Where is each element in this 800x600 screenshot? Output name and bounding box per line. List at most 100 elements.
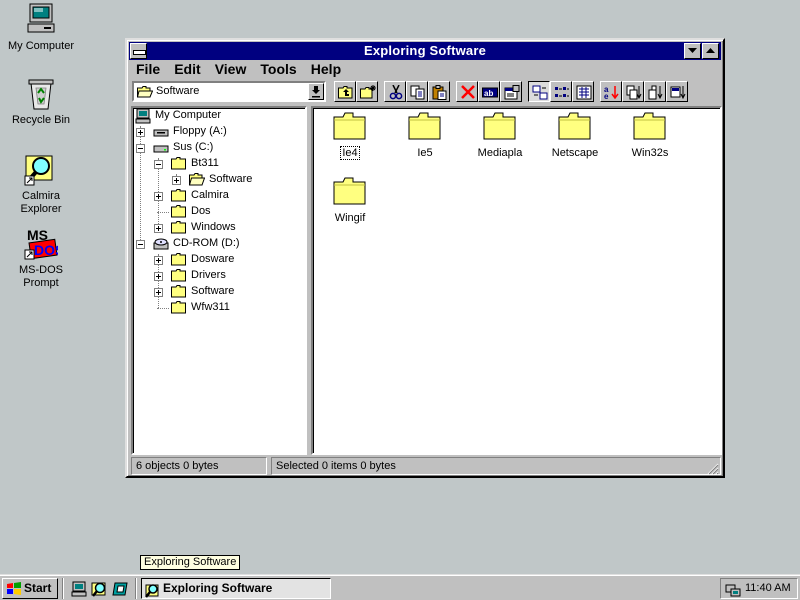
- desktop-icon-recycle-bin[interactable]: Recycle Bin: [1, 76, 81, 127]
- paste-button[interactable]: [428, 81, 450, 102]
- svg-text:ab: ab: [484, 89, 493, 98]
- new-folder-button[interactable]: [356, 81, 378, 102]
- large-icons-icon: [532, 85, 548, 100]
- folder-icon: [171, 285, 186, 298]
- expand-button[interactable]: [154, 192, 163, 201]
- large-icons-view-button[interactable]: [528, 81, 550, 102]
- sort-by-type-button[interactable]: [622, 81, 644, 102]
- status-bar: 6 objects 0 bytes Selected 0 items 0 byt…: [131, 457, 721, 475]
- status-selection: Selected 0 items 0 bytes: [271, 457, 721, 475]
- system-tray: 11:40 AM: [720, 578, 798, 599]
- desktop-icon-calmira-explorer[interactable]: Calmira Explorer: [1, 152, 81, 216]
- folder-icon: [333, 112, 366, 140]
- sort-by-date-button[interactable]: [666, 81, 688, 102]
- location-dropdown[interactable]: Software: [132, 81, 326, 102]
- triangle-down-icon: [688, 48, 697, 53]
- folder-icon: [171, 157, 186, 170]
- folder-icon: [633, 112, 666, 140]
- collapse-button[interactable]: [136, 144, 145, 153]
- desktop-icon-label: Calmira Explorer: [20, 190, 62, 215]
- expand-button[interactable]: [154, 288, 163, 297]
- windows-logo-icon: [7, 582, 21, 595]
- up-folder-icon: [338, 86, 353, 99]
- magnifier-icon: [24, 152, 58, 186]
- list-icon: [576, 85, 592, 100]
- title-bar[interactable]: Exploring Software: [129, 42, 721, 60]
- folder-icon: [171, 269, 186, 282]
- computer-icon: [135, 108, 151, 124]
- sort-by-size-button[interactable]: [644, 81, 666, 102]
- desktop-icon-label: Recycle Bin: [11, 114, 71, 126]
- menu-tools[interactable]: Tools: [255, 60, 302, 78]
- collapse-button[interactable]: [154, 160, 163, 169]
- folder-item-netscape[interactable]: Netscape: [538, 112, 612, 159]
- desktop-icon-label: MS-DOS Prompt: [19, 264, 63, 289]
- properties-button[interactable]: [500, 81, 522, 102]
- small-icons-view-button[interactable]: [550, 81, 572, 102]
- dropdown-arrow-button[interactable]: [308, 83, 324, 100]
- folder-item-ie5[interactable]: Ie5: [388, 112, 462, 159]
- up-one-level-button[interactable]: [334, 81, 356, 102]
- arrow-down-icon: [312, 86, 320, 98]
- ms-dos-icon: MS DOS: [24, 226, 64, 260]
- folder-item-ie4[interactable]: Ie4: [313, 112, 387, 160]
- triangle-up-icon: [706, 48, 715, 53]
- copy-icon: [410, 85, 425, 100]
- floppy-drive-icon: [153, 129, 169, 137]
- clock[interactable]: 11:40 AM: [745, 579, 791, 598]
- open-folder-icon: [189, 173, 205, 186]
- properties-icon: [504, 85, 520, 100]
- folder-icon: [171, 221, 186, 234]
- folder-tree-pane[interactable]: My Computer Floppy (A:) Sus (C:) Bt311 S…: [131, 106, 307, 455]
- file-list-pane[interactable]: Ie4 Ie5 Mediapla Netscape Win32s Wingif: [311, 106, 722, 455]
- folder-item-wingif[interactable]: Wingif: [313, 177, 387, 224]
- menu-file[interactable]: File: [131, 60, 166, 78]
- desktop-icon-my-computer[interactable]: My Computer: [1, 2, 81, 53]
- location-text: Software: [156, 85, 200, 97]
- menu-edit[interactable]: Edit: [169, 60, 206, 78]
- quicklaunch-explorer-icon[interactable]: [91, 580, 109, 598]
- window-title: Exploring Software: [363, 43, 487, 58]
- new-folder-icon: [360, 85, 376, 99]
- quicklaunch-desktop-icon[interactable]: [112, 580, 130, 598]
- quicklaunch-computer-icon[interactable]: [70, 580, 88, 598]
- menu-help[interactable]: Help: [306, 60, 347, 78]
- expand-button[interactable]: [154, 272, 163, 281]
- network-icon[interactable]: [725, 582, 741, 598]
- folder-icon: [171, 205, 186, 218]
- folder-item-win32s[interactable]: Win32s: [613, 112, 687, 159]
- open-folder-icon: [137, 86, 153, 98]
- start-button[interactable]: Start: [2, 578, 58, 599]
- paste-icon: [432, 85, 447, 100]
- sort-by-name-button[interactable]: a e: [600, 81, 622, 102]
- maximize-button[interactable]: [702, 43, 719, 59]
- tooltip: Exploring Software: [140, 555, 241, 570]
- expand-button[interactable]: [154, 224, 163, 233]
- rename-button[interactable]: ab: [478, 81, 500, 102]
- copy-button[interactable]: [406, 81, 428, 102]
- minimize-button[interactable]: [684, 43, 701, 59]
- collapse-button[interactable]: [136, 240, 145, 249]
- expand-button[interactable]: [154, 256, 163, 265]
- hard-drive-icon: [153, 145, 169, 153]
- taskbar-task-exploring-software[interactable]: Exploring Software: [141, 578, 331, 599]
- desktop-icon-ms-dos-prompt[interactable]: MS DOS MS-DOS Prompt: [1, 226, 81, 290]
- list-view-button[interactable]: [572, 81, 594, 102]
- menu-view[interactable]: View: [210, 60, 253, 78]
- folder-icon: [171, 253, 186, 266]
- taskbar: Start Exploring Software 11:40 AM: [0, 574, 800, 600]
- status-object-count: 6 objects 0 bytes: [131, 457, 267, 475]
- expand-button[interactable]: [136, 128, 145, 137]
- delete-x-icon: [461, 85, 475, 99]
- recycle-bin-icon: [24, 76, 58, 110]
- cut-button[interactable]: [384, 81, 406, 102]
- menu-bar: File Edit View Tools Help: [131, 60, 719, 79]
- folder-item-mediapla[interactable]: Mediapla: [463, 112, 537, 159]
- small-icons-icon: [555, 87, 569, 97]
- resize-grip-icon[interactable]: [705, 461, 719, 475]
- sort-type-icon: [626, 85, 642, 100]
- folder-icon: [171, 189, 186, 202]
- explorer-icon: [145, 584, 159, 598]
- expand-button[interactable]: [172, 176, 181, 185]
- delete-button[interactable]: [456, 81, 478, 102]
